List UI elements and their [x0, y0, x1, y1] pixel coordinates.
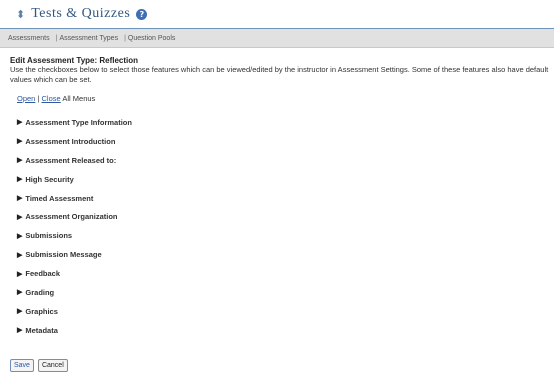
tool-reset-icon[interactable]: ⬍	[16, 8, 25, 21]
section-label: Submission Message	[25, 250, 102, 260]
nav-separator: |	[55, 34, 58, 42]
open-all-link[interactable]: Open	[17, 94, 35, 103]
page: ⬍ Tests & Quizzes ? Assessments | Assess…	[0, 0, 554, 373]
section-submission-message[interactable]: ▶ Submission Message	[17, 245, 554, 264]
section-label: Graphics	[25, 306, 58, 316]
expand-triangle-icon: ▶	[17, 327, 23, 335]
section-assessment-released-to[interactable]: ▶ Assessment Released to:	[17, 151, 554, 170]
section-assessment-type-information[interactable]: ▶ Assessment Type Information	[17, 113, 554, 132]
section-label: Metadata	[25, 325, 58, 335]
menu-separator: |	[37, 94, 40, 103]
section-grading[interactable]: ▶ Grading	[17, 283, 554, 302]
section-assessment-organization[interactable]: ▶ Assessment Organization	[17, 207, 554, 226]
expand-triangle-icon: ▶	[17, 232, 23, 240]
all-menus-label: All Menus	[62, 94, 96, 103]
section-feedback[interactable]: ▶ Feedback	[17, 264, 554, 283]
tool-title: Tests & Quizzes	[31, 6, 131, 21]
expand-triangle-icon: ▶	[17, 213, 23, 221]
help-icon[interactable]: ?	[136, 8, 148, 20]
section-label: Grading	[25, 287, 55, 297]
section-label: Feedback	[25, 269, 60, 279]
section-label: Timed Assessment	[25, 193, 94, 203]
expand-triangle-icon: ▶	[17, 251, 23, 259]
page-heading: Edit Assessment Type: Reflection	[10, 56, 139, 65]
section-list: ▶ Assessment Type Information ▶ Assessment…	[17, 113, 554, 340]
page-description: Use the checkboxes below to select those…	[10, 65, 549, 84]
section-label: High Security	[25, 174, 74, 184]
expand-triangle-icon: ▶	[17, 270, 23, 278]
section-label: Assessment Organization	[25, 212, 118, 222]
nav-assessment-types-link[interactable]: Assessment Types	[59, 35, 118, 42]
section-submissions[interactable]: ▶ Submissions	[17, 226, 554, 245]
section-high-security[interactable]: ▶ High Security	[17, 170, 554, 189]
section-assessment-introduction[interactable]: ▶ Assessment Introduction	[17, 132, 554, 151]
expand-triangle-icon: ▶	[17, 308, 23, 316]
save-button[interactable]: Save	[10, 359, 34, 372]
section-timed-assessment[interactable]: ▶ Timed Assessment	[17, 189, 554, 208]
cancel-button[interactable]: Cancel	[37, 359, 68, 372]
section-label: Assessment Released to:	[25, 155, 117, 165]
section-metadata[interactable]: ▶ Metadata	[17, 321, 554, 340]
nav-separator: |	[124, 34, 126, 42]
section-label: Assessment Type Information	[25, 117, 132, 127]
expand-triangle-icon: ▶	[17, 176, 23, 184]
expand-triangle-icon: ▶	[17, 195, 23, 202]
nav-question-pools-link[interactable]: Question Pools	[128, 35, 175, 42]
section-label: Submissions	[25, 231, 73, 241]
section-graphics[interactable]: ▶ Graphics	[17, 302, 554, 321]
tool-title-bar: ⬍ Tests & Quizzes ?	[0, 0, 554, 29]
tool-nav-bar: Assessments | Assessment Types | Questio…	[0, 29, 554, 48]
expand-triangle-icon: ▶	[17, 157, 23, 165]
section-label: Assessment Introduction	[25, 136, 116, 146]
nav-assessments-link[interactable]: Assessments	[8, 35, 50, 42]
form-buttons: Save Cancel	[10, 359, 68, 372]
expand-triangle-icon: ▶	[17, 289, 23, 297]
close-all-link[interactable]: Close	[42, 94, 61, 103]
main-content: Edit Assessment Type: Reflection Use the…	[0, 48, 554, 340]
expand-triangle-icon: ▶	[17, 138, 23, 146]
menu-toggle-controls: Open | Close All Menus	[17, 94, 554, 103]
expand-triangle-icon: ▶	[17, 119, 23, 127]
